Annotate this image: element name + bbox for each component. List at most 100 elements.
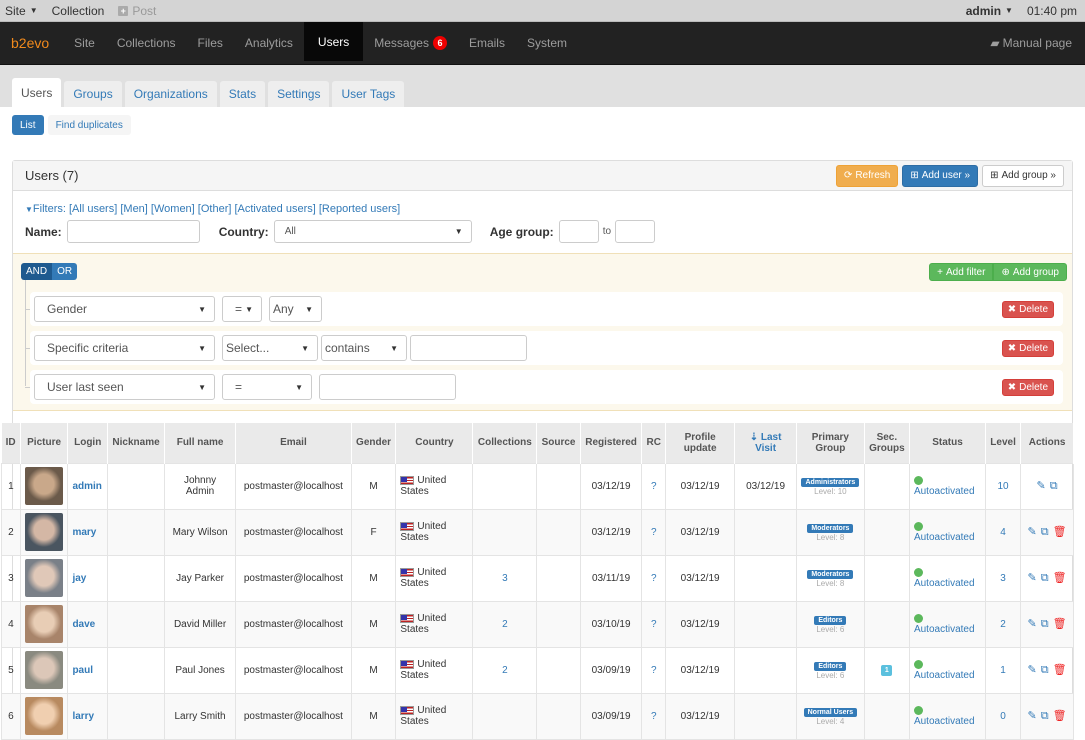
tab-stats[interactable]: Stats <box>219 81 266 107</box>
brand-logo[interactable]: b2evo <box>0 22 63 64</box>
level-link[interactable]: 10 <box>998 481 1009 492</box>
edit-icon[interactable]: ✎ <box>1028 618 1037 630</box>
duplicate-icon[interactable]: ⧉ <box>1041 664 1049 676</box>
cell-status[interactable]: Autoactivated <box>908 692 987 740</box>
edit-icon[interactable]: ✎ <box>1028 526 1037 538</box>
nav-site[interactable]: Site <box>63 22 106 64</box>
col-gender[interactable]: Gender <box>351 423 397 463</box>
group-badge[interactable]: Editors <box>814 616 847 625</box>
duplicate-icon[interactable]: ⧉ <box>1050 480 1058 492</box>
trash-icon[interactable]: 🗑 <box>1053 664 1067 676</box>
user-login-link[interactable]: dave <box>72 619 95 630</box>
col-full-name[interactable]: Full name <box>164 423 237 463</box>
level-link[interactable]: 4 <box>1000 527 1006 538</box>
nav-emails[interactable]: Emails <box>458 22 516 64</box>
user-login-link[interactable]: mary <box>72 527 96 538</box>
edit-icon[interactable]: ✎ <box>1028 710 1037 722</box>
nav-messages[interactable]: Messages 6 <box>363 22 458 64</box>
col-nickname[interactable]: Nickname <box>107 423 166 463</box>
cell-status[interactable]: Autoactivated <box>908 646 987 694</box>
duplicate-icon[interactable]: ⧉ <box>1041 710 1049 722</box>
filters-toggle[interactable]: ▼Filters: <box>25 203 66 215</box>
col-sec-groups[interactable]: Sec. Groups <box>864 423 910 463</box>
nav-collections[interactable]: Collections <box>106 22 187 64</box>
avatar[interactable] <box>25 467 64 505</box>
group-badge[interactable]: Editors <box>814 662 847 671</box>
delete-rule-button[interactable]: ✖ Delete <box>1001 378 1054 396</box>
avatar[interactable] <box>25 559 64 597</box>
tab-user-tags[interactable]: User Tags <box>332 81 405 107</box>
user-login-link[interactable]: paul <box>72 665 93 676</box>
cell-status[interactable]: Autoactivated <box>908 462 987 510</box>
age-from-input[interactable] <box>558 220 599 243</box>
rule-field-select[interactable]: Gender ▼ <box>34 296 215 322</box>
col-id[interactable]: ID <box>1 423 21 463</box>
filter-men[interactable]: [Men] <box>120 203 148 215</box>
user-login-link[interactable]: jay <box>72 573 86 584</box>
subtab-find-duplicates[interactable]: Find duplicates <box>47 115 131 135</box>
rc-link[interactable]: ? <box>651 573 657 584</box>
filter-women[interactable]: [Women] <box>151 203 195 215</box>
col-primary-group[interactable]: Primary Group <box>796 423 865 463</box>
rc-link[interactable]: ? <box>651 481 657 492</box>
cell-status[interactable]: Autoactivated <box>908 554 987 602</box>
refresh-button[interactable]: ⟳ Refresh <box>835 164 899 187</box>
edit-icon[interactable]: ✎ <box>1037 480 1046 492</box>
rc-link[interactable]: ? <box>651 619 657 630</box>
trash-icon[interactable]: 🗑 <box>1053 618 1067 630</box>
tab-settings[interactable]: Settings <box>268 81 330 107</box>
rule-operator-select[interactable]: = ▼ <box>222 374 312 400</box>
filter-activated-users[interactable]: [Activated users] <box>234 203 315 215</box>
group-badge[interactable]: Moderators <box>807 524 854 533</box>
trash-icon[interactable]: 🗑 <box>1053 710 1067 722</box>
level-link[interactable]: 1 <box>1000 665 1006 676</box>
country-select[interactable]: All ▼ <box>273 220 472 243</box>
add-rule-group-button[interactable]: ⊕ Add group <box>993 263 1067 281</box>
col-collections[interactable]: Collections <box>472 423 538 463</box>
duplicate-icon[interactable]: ⧉ <box>1041 572 1049 584</box>
age-to-input[interactable] <box>615 220 656 243</box>
avatar[interactable] <box>25 651 64 689</box>
rule-value-input[interactable] <box>410 335 527 361</box>
col-email[interactable]: Email <box>235 423 352 463</box>
nav-files[interactable]: Files <box>187 22 234 64</box>
user-menu[interactable]: admin ▼ <box>966 4 1013 18</box>
cell-status[interactable]: Autoactivated <box>908 508 987 556</box>
avatar[interactable] <box>25 697 64 735</box>
manual-page-link[interactable]: ▰ Manual page <box>990 22 1085 64</box>
edit-icon[interactable]: ✎ <box>1028 572 1037 584</box>
rule-operator-select[interactable]: contains ▼ <box>321 335 407 361</box>
col-login[interactable]: Login <box>67 423 108 463</box>
add-filter-button[interactable]: + Add filter <box>929 263 994 281</box>
trash-icon[interactable]: 🗑 <box>1053 526 1067 538</box>
duplicate-icon[interactable]: ⧉ <box>1041 526 1049 538</box>
tab-organizations[interactable]: Organizations <box>124 81 217 107</box>
col-rc[interactable]: RC <box>641 423 667 463</box>
collection-link[interactable]: Collection <box>52 4 105 18</box>
rule-field-select[interactable]: Specific criteria ▼ <box>34 335 215 361</box>
col-level[interactable]: Level <box>985 423 1022 463</box>
group-badge[interactable]: Moderators <box>807 570 854 579</box>
rc-link[interactable]: ? <box>651 665 657 676</box>
cell-status[interactable]: Autoactivated <box>908 600 987 648</box>
col-country[interactable]: Country <box>395 423 474 463</box>
or-button[interactable]: OR <box>52 263 78 280</box>
add-user-button[interactable]: ⊞ Add user » <box>902 164 979 187</box>
rule-operator-select[interactable]: = ▼ <box>222 296 262 322</box>
tab-users[interactable]: Users <box>12 78 62 107</box>
delete-rule-button[interactable]: ✖ Delete <box>1001 339 1054 357</box>
collections-count-link[interactable]: 2 <box>502 619 508 630</box>
filter-all-users[interactable]: [All users] <box>69 203 117 215</box>
rule-value-select[interactable]: Any ▼ <box>269 296 322 322</box>
edit-icon[interactable]: ✎ <box>1028 664 1037 676</box>
user-login-link[interactable]: admin <box>72 481 101 492</box>
subtab-list[interactable]: List <box>12 115 44 135</box>
site-menu[interactable]: Site ▼ <box>5 4 38 18</box>
group-badge[interactable]: Administrators <box>801 478 860 487</box>
rule-subfield-select[interactable]: Select... ▼ <box>222 335 318 361</box>
nav-users[interactable]: Users <box>303 22 364 61</box>
and-button[interactable]: AND <box>21 263 53 280</box>
collections-count-link[interactable]: 3 <box>502 573 508 584</box>
col-last-visit[interactable]: ⇣ Last Visit <box>734 423 797 463</box>
col-status[interactable]: Status <box>909 423 987 463</box>
